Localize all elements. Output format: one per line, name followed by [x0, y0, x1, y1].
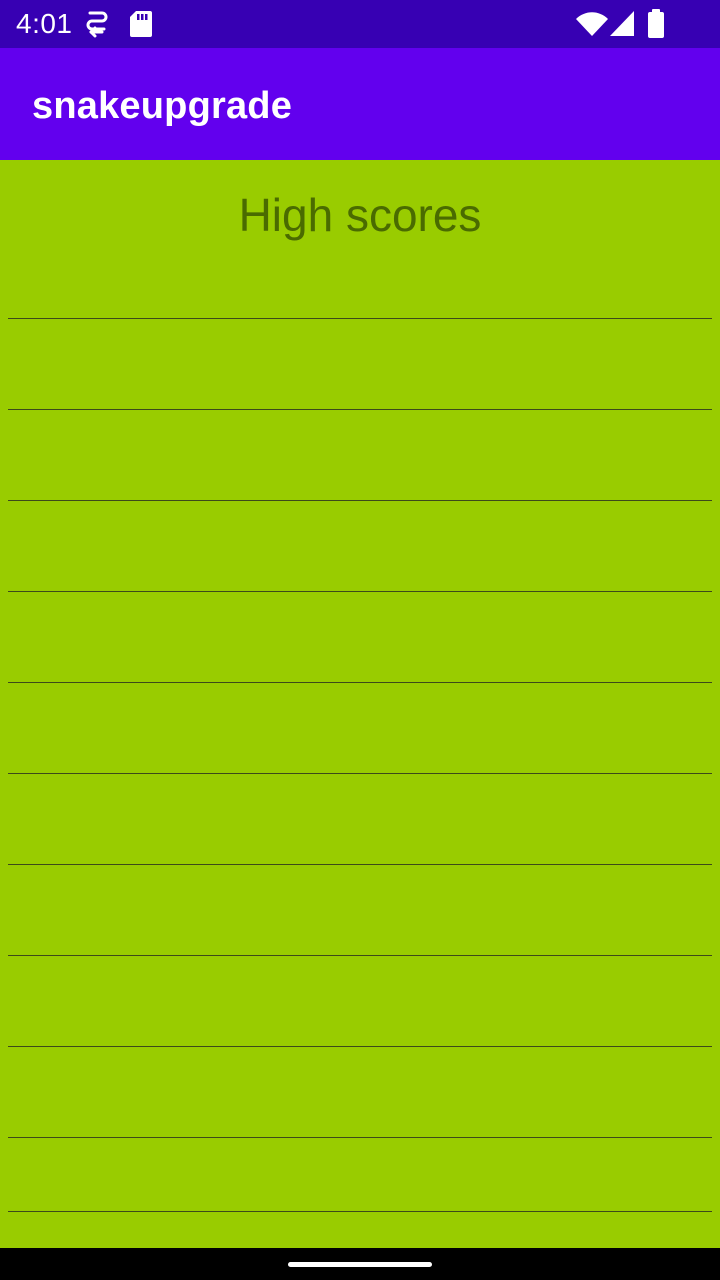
signal-icon: [610, 11, 634, 36]
high-score-row: [8, 593, 712, 683]
status-bar: 4:01: [0, 0, 720, 48]
wifi-icon: [576, 12, 608, 36]
sd-card-icon: [130, 11, 152, 37]
high-score-row: [8, 411, 712, 501]
home-gesture-handle[interactable]: [288, 1262, 432, 1267]
high-score-row: [8, 502, 712, 592]
high-scores-heading: High scores: [238, 189, 482, 241]
high-score-row: [8, 1048, 712, 1138]
high-score-row: [8, 320, 712, 410]
system-navigation-bar: [0, 1248, 720, 1280]
battery-icon: [648, 9, 664, 38]
high-score-row: [8, 229, 712, 319]
high-score-row: [8, 866, 712, 956]
high-score-row: [8, 775, 712, 865]
high-score-row: [8, 1139, 712, 1212]
high-score-list[interactable]: [0, 160, 720, 1248]
sync-icon: [86, 11, 108, 38]
status-time: 4:01: [16, 8, 73, 39]
app-title: snakeupgrade: [32, 85, 293, 127]
high-scores-screen: High scores: [0, 160, 720, 1248]
app-bar: snakeupgrade: [0, 48, 720, 160]
high-score-row: [8, 957, 712, 1047]
high-score-row: [8, 684, 712, 774]
